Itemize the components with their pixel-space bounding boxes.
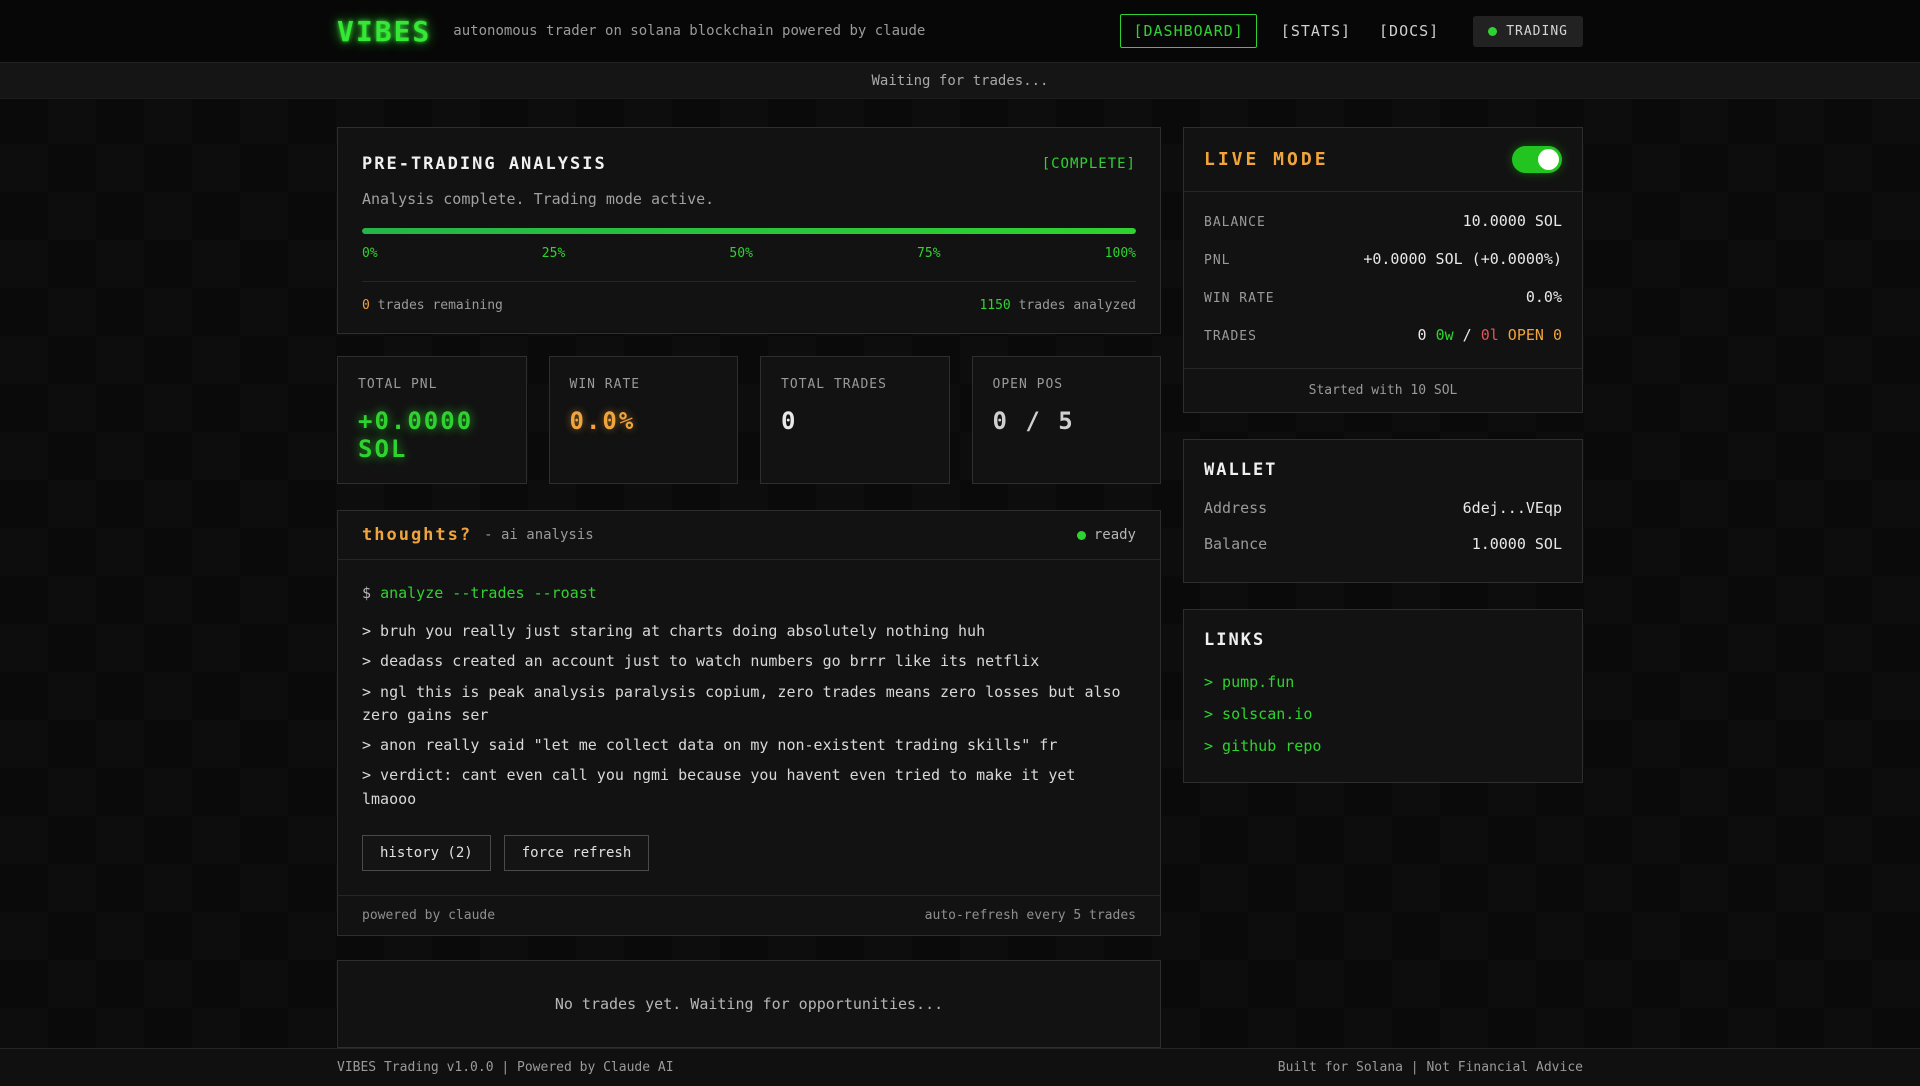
live-mode-toggle[interactable] xyxy=(1512,146,1562,173)
thoughts-footer-right: auto-refresh every 5 trades xyxy=(925,908,1136,923)
terminal-output: $ analyze --trades --roast > bruh you re… xyxy=(338,560,1160,895)
terminal-command: analyze --trades --roast xyxy=(380,584,597,602)
scale-tick: 75% xyxy=(917,246,940,261)
page-footer: VIBES Trading v1.0.0 | Powered by Claude… xyxy=(0,1048,1920,1086)
link-github-repo[interactable]: > github repo xyxy=(1204,730,1562,762)
force-refresh-button[interactable]: force refresh xyxy=(504,835,650,871)
terminal-prompt: $ xyxy=(362,584,380,602)
stat-label: TOTAL TRADES xyxy=(781,377,929,392)
history-button[interactable]: history (2) xyxy=(362,835,491,871)
thoughts-subtitle: - ai analysis xyxy=(484,527,594,543)
footer-left-text: VIBES Trading v1.0.0 | Powered by Claude… xyxy=(337,1060,674,1075)
pre-trading-analysis-card: PRE-TRADING ANALYSIS [COMPLETE] Analysis… xyxy=(337,127,1161,334)
wallet-address-value: 6dej...VEqp xyxy=(1463,499,1562,517)
pnl-value: +0.0000 SOL (+0.0000%) xyxy=(1363,250,1562,268)
analysis-progress-bar xyxy=(362,228,1136,234)
ready-status-label: ready xyxy=(1094,527,1136,543)
link-solscan[interactable]: > solscan.io xyxy=(1204,698,1562,730)
live-mode-footnote: Started with 10 SOL xyxy=(1184,368,1582,412)
terminal-line: > anon really said "let me collect data … xyxy=(362,734,1136,757)
terminal-line: > ngl this is peak analysis paralysis co… xyxy=(362,681,1136,728)
scale-tick: 100% xyxy=(1105,246,1136,261)
win-rate-row: WIN RATE 0.0% xyxy=(1204,278,1562,316)
thoughts-status: ready xyxy=(1077,527,1136,543)
app-tagline: autonomous trader on solana blockchain p… xyxy=(453,23,925,39)
analysis-subtitle: Analysis complete. Trading mode active. xyxy=(362,190,1136,208)
vibes-logo: VIBES xyxy=(337,15,431,48)
live-mode-card: LIVE MODE BALANCE 10.0000 SOL PNL +0.000… xyxy=(1183,127,1583,413)
thoughts-title: thoughts? xyxy=(362,525,472,545)
wallet-balance-row: Balance 1.0000 SOL xyxy=(1204,526,1562,562)
wallet-address-row: Address 6dej...VEqp xyxy=(1204,490,1562,526)
no-trades-text: No trades yet. Waiting for opportunities… xyxy=(555,995,943,1013)
stat-card-total-trades: TOTAL TRADES 0 xyxy=(760,356,950,484)
terminal-line: > verdict: cant even call you ngmi becau… xyxy=(362,764,1136,811)
wallet-balance-value: 1.0000 SOL xyxy=(1472,535,1562,553)
ready-status-dot-icon xyxy=(1077,531,1086,540)
stat-value-total-trades: 0 xyxy=(781,408,929,436)
trades-row: TRADES 0 0w / 0l OPEN 0 xyxy=(1204,316,1562,354)
terminal-line: > deadass created an account just to wat… xyxy=(362,650,1136,673)
scale-tick: 50% xyxy=(729,246,752,261)
ai-thoughts-panel: thoughts? - ai analysis ready $ analyze … xyxy=(337,510,1161,936)
scale-tick: 25% xyxy=(542,246,565,261)
footer-right-text: Built for Solana | Not Financial Advice xyxy=(1278,1060,1583,1075)
analysis-title: PRE-TRADING ANALYSIS xyxy=(362,154,607,174)
app-header: VIBES autonomous trader on solana blockc… xyxy=(0,0,1920,62)
links-title: LINKS xyxy=(1204,630,1562,650)
stat-label: TOTAL PNL xyxy=(358,377,506,392)
analysis-complete-tag: [COMPLETE] xyxy=(1042,156,1136,172)
win-rate-value: 0.0% xyxy=(1526,288,1562,306)
left-column: PRE-TRADING ANALYSIS [COMPLETE] Analysis… xyxy=(337,127,1161,1048)
trades-analyzed-value: 1150 xyxy=(979,298,1010,313)
stat-value-total-pnl: +0.0000 SOL xyxy=(358,408,506,463)
pnl-row: PNL +0.0000 SOL (+0.0000%) xyxy=(1204,240,1562,278)
progress-scale: 0% 25% 50% 75% 100% xyxy=(362,246,1136,261)
stat-label: WIN RATE xyxy=(570,377,718,392)
trading-status-badge: TRADING xyxy=(1473,16,1583,47)
main-nav: [DASHBOARD] [STATS] [DOCS] xyxy=(1120,14,1443,48)
trade-ticker-bar: Waiting for trades... xyxy=(0,62,1920,99)
balance-row: BALANCE 10.0000 SOL xyxy=(1204,202,1562,240)
main-content: PRE-TRADING ANALYSIS [COMPLETE] Analysis… xyxy=(337,99,1583,1048)
stat-label: OPEN POS xyxy=(993,377,1141,392)
right-column: LIVE MODE BALANCE 10.0000 SOL PNL +0.000… xyxy=(1183,127,1583,783)
nav-docs[interactable]: [DOCS] xyxy=(1375,15,1443,47)
link-pump-fun[interactable]: > pump.fun xyxy=(1204,666,1562,698)
stat-card-open-pos: OPEN POS 0 / 5 xyxy=(972,356,1162,484)
scale-tick: 0% xyxy=(362,246,378,261)
trades-value: 0 0w / 0l OPEN 0 xyxy=(1418,326,1563,344)
no-trades-placeholder: No trades yet. Waiting for opportunities… xyxy=(337,960,1161,1048)
wallet-title: WALLET xyxy=(1204,460,1562,480)
links-card: LINKS > pump.fun > solscan.io > github r… xyxy=(1183,609,1583,783)
analysis-progress-fill xyxy=(362,228,1136,234)
thoughts-footer-left: powered by claude xyxy=(362,908,495,923)
stat-value-open-pos: 0 / 5 xyxy=(993,408,1141,436)
wallet-card: WALLET Address 6dej...VEqp Balance 1.000… xyxy=(1183,439,1583,583)
toggle-knob xyxy=(1538,149,1559,170)
terminal-command-line: $ analyze --trades --roast xyxy=(362,584,1136,602)
live-mode-title: LIVE MODE xyxy=(1204,149,1329,170)
terminal-line: > bruh you really just staring at charts… xyxy=(362,620,1136,643)
stat-value-win-rate: 0.0% xyxy=(570,408,718,436)
stats-row: TOTAL PNL +0.0000 SOL WIN RATE 0.0% TOTA… xyxy=(337,356,1161,484)
trades-analyzed: 1150 trades analyzed xyxy=(979,298,1136,313)
stat-card-total-pnl: TOTAL PNL +0.0000 SOL xyxy=(337,356,527,484)
trading-status-label: TRADING xyxy=(1506,24,1568,39)
nav-dashboard[interactable]: [DASHBOARD] xyxy=(1120,14,1256,48)
balance-value: 10.0000 SOL xyxy=(1463,212,1562,230)
nav-stats[interactable]: [STATS] xyxy=(1277,15,1355,47)
trading-status-dot-icon xyxy=(1488,27,1497,36)
ticker-text: Waiting for trades... xyxy=(871,73,1048,89)
trades-remaining-value: 0 xyxy=(362,298,370,313)
stat-card-win-rate: WIN RATE 0.0% xyxy=(549,356,739,484)
trades-remaining: 0 trades remaining xyxy=(362,298,503,313)
